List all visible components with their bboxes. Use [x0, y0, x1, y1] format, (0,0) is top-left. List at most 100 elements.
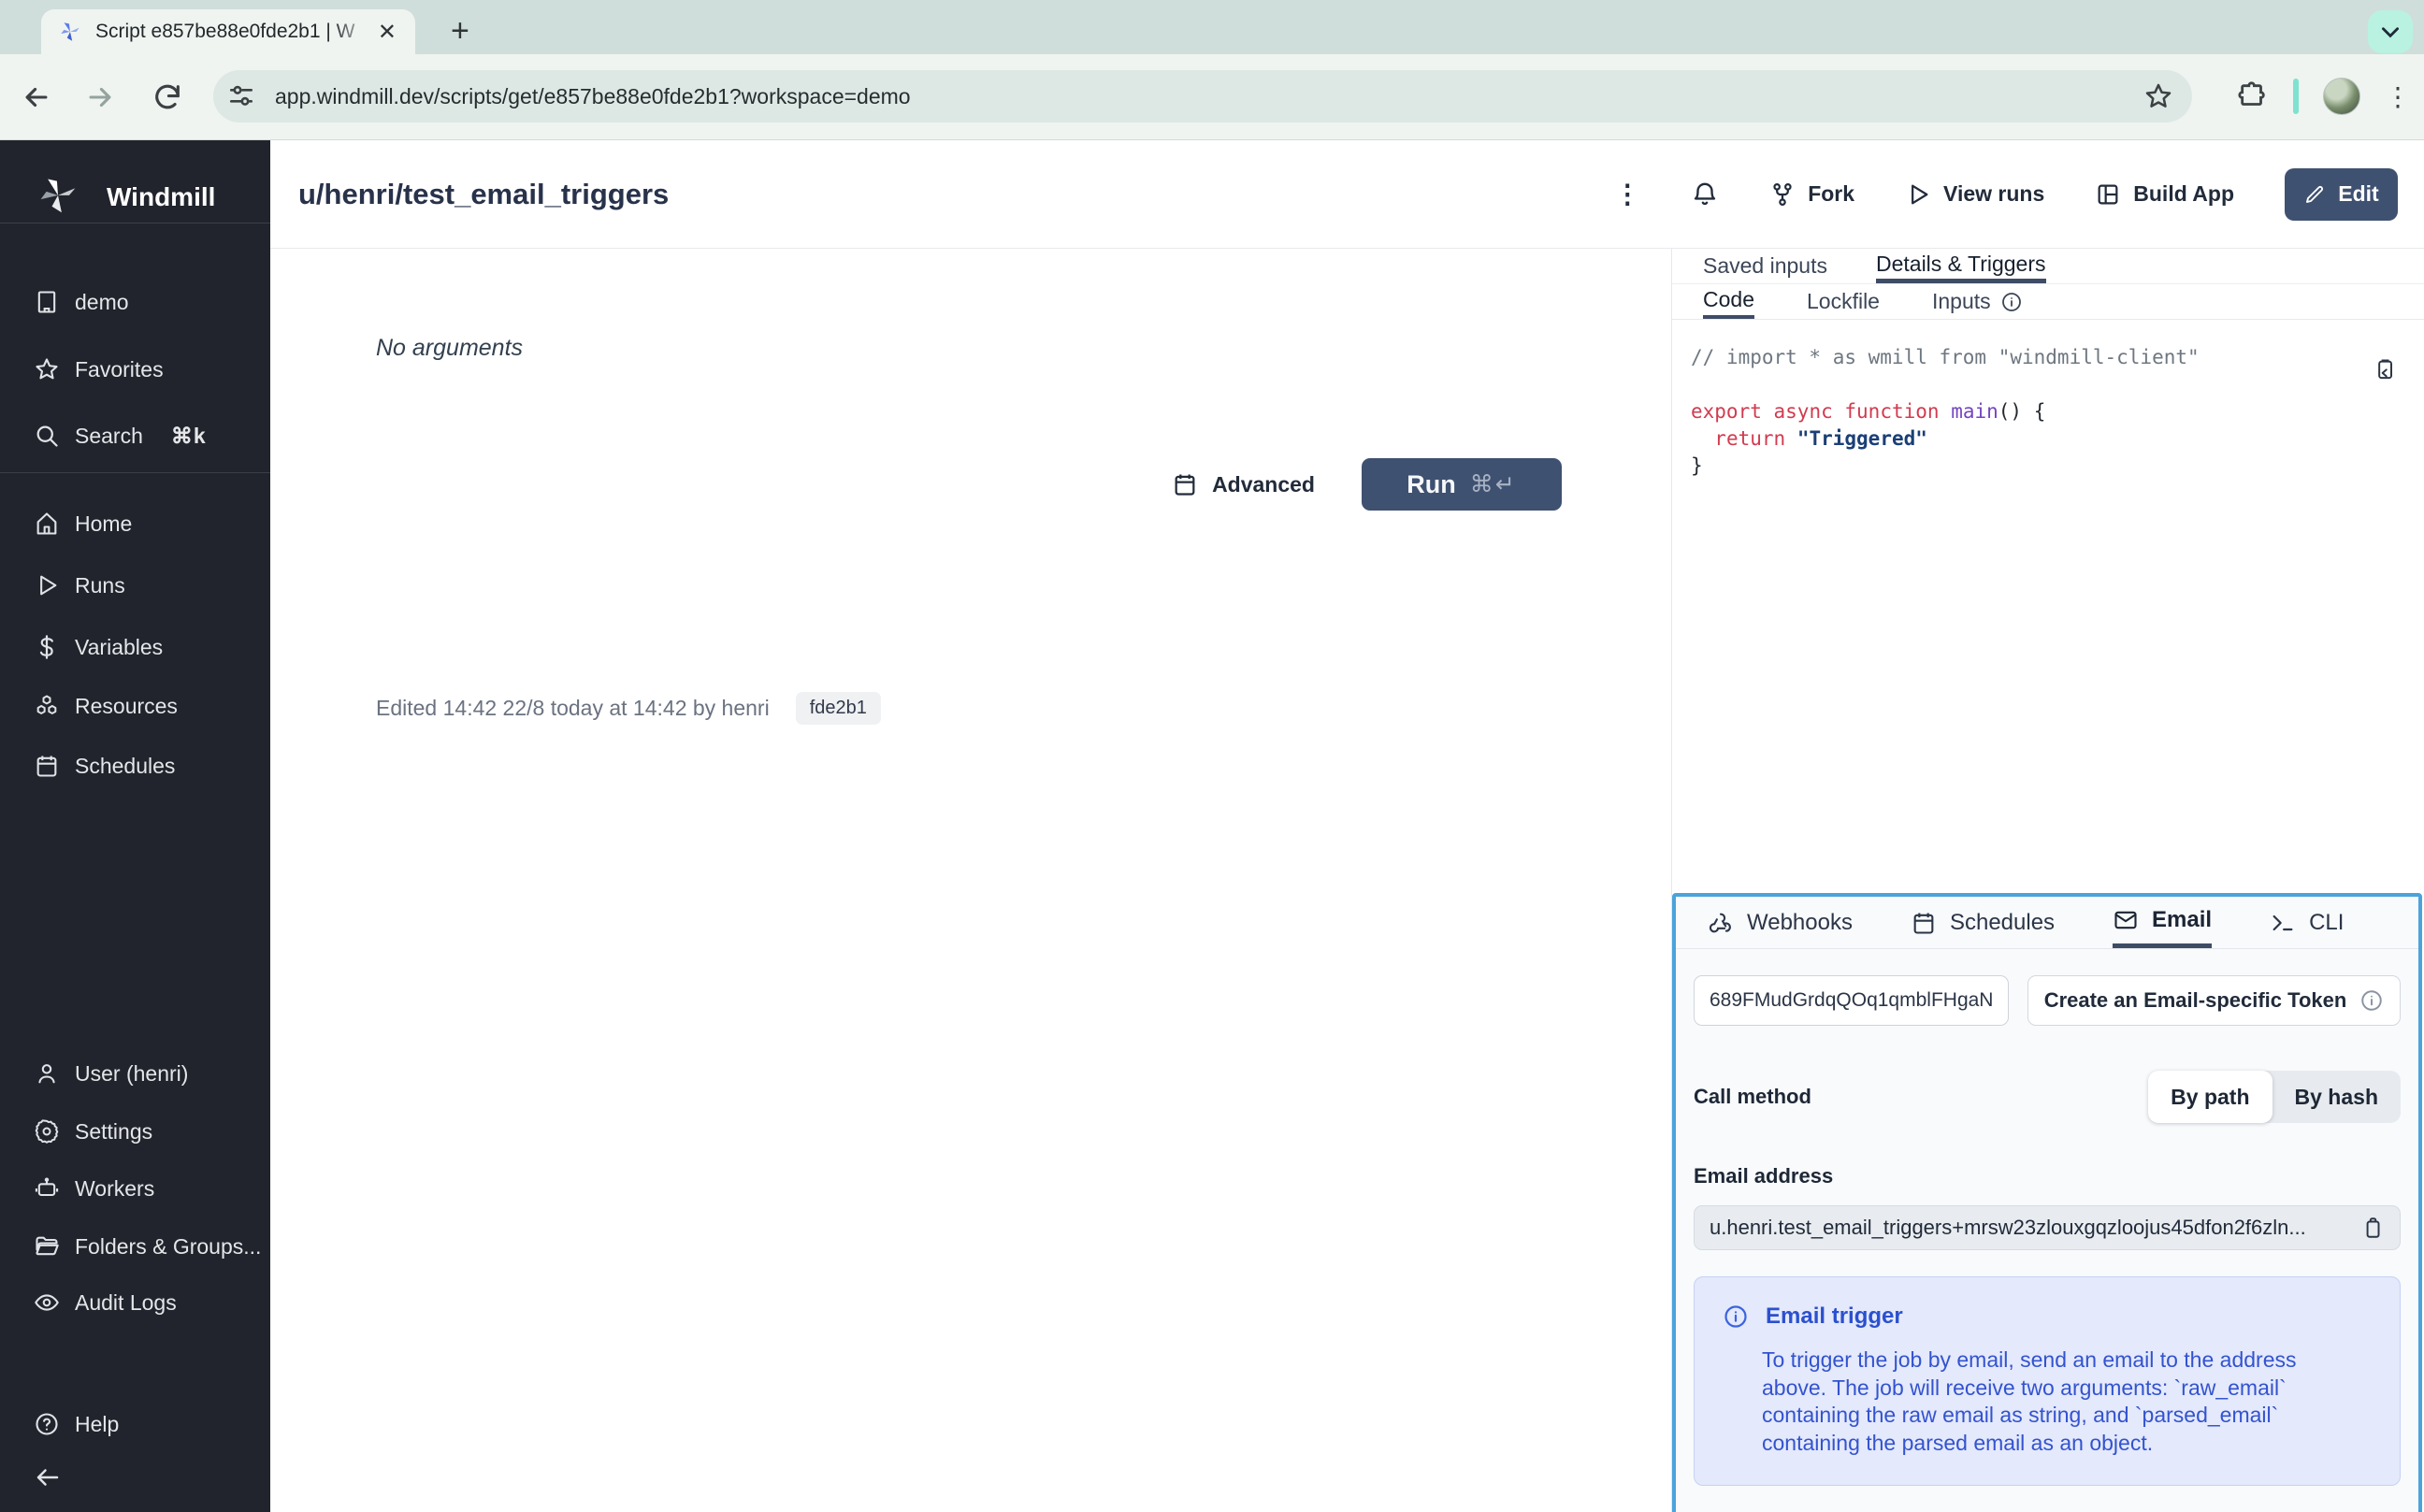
sidebar-collapse-button[interactable] [0, 1455, 270, 1500]
browser-tab-title: Script e857be88e0fde2b1 | W [95, 21, 374, 43]
details-pane: Saved inputs Details & Triggers Code Loc… [1671, 249, 2424, 1512]
browser-tabstrip: Script e857be88e0fde2b1 | W ✕ + [0, 0, 2424, 54]
tab-email[interactable]: Email [2113, 897, 2212, 948]
view-runs-button[interactable]: View runs [1905, 181, 2044, 208]
site-settings-icon[interactable] [226, 81, 256, 111]
calendar-icon [34, 753, 60, 779]
windmill-logo-icon [34, 173, 82, 222]
eye-icon [34, 1289, 60, 1316]
by-hash-option[interactable]: By hash [2272, 1071, 2401, 1123]
sidebar-item-label: Resources [75, 694, 178, 719]
tab-code[interactable]: Code [1703, 284, 1754, 319]
page-title: u/henri/test_email_triggers [298, 178, 669, 211]
sidebar-item-workers[interactable]: Workers [0, 1166, 270, 1211]
sidebar-divider [0, 472, 270, 473]
calendar-icon [1911, 910, 1937, 936]
run-form-pane: No arguments Advanced Run ⌘↵ Edited 14:4… [270, 249, 1671, 1512]
email-address-field[interactable]: u.henri.test_email_triggers+mrsw23zlouxg… [1694, 1205, 2401, 1250]
notifications-bell-icon[interactable] [1691, 180, 1719, 209]
building-icon [34, 289, 60, 315]
edit-label: Edit [2338, 181, 2378, 207]
code-viewer[interactable]: // import * as wmill from "windmill-clie… [1672, 320, 2424, 480]
sidebar-brand[interactable]: Windmill [34, 173, 215, 222]
sidebar-item-label: Workers [75, 1176, 154, 1202]
tab-schedules-trigger[interactable]: Schedules [1911, 897, 2055, 948]
run-shortcut: ⌘↵ [1470, 470, 1517, 498]
email-token-input[interactable] [1694, 975, 2009, 1026]
edit-button[interactable]: Edit [2285, 168, 2398, 221]
tab-cli-label: CLI [2309, 910, 2344, 936]
run-label: Run [1407, 470, 1455, 499]
call-method-label: Call method [1694, 1085, 1811, 1109]
sidebar-item-label: Folders & Groups... [75, 1234, 261, 1260]
more-options-icon[interactable]: ⋮ [1614, 179, 1640, 209]
code-lines: // import * as wmill from "windmill-clie… [1691, 344, 2400, 480]
forward-icon[interactable] [84, 81, 122, 113]
tab-saved-inputs[interactable]: Saved inputs [1703, 249, 1827, 283]
version-badge[interactable]: fde2b1 [796, 692, 881, 725]
sidebar-item-label: Help [75, 1412, 119, 1437]
create-email-token-button[interactable]: Create an Email-specific Token [2027, 975, 2401, 1026]
new-tab-button[interactable]: + [451, 13, 469, 49]
refresh-icon[interactable] [152, 81, 189, 113]
extensions-icon[interactable] [2237, 80, 2269, 112]
sidebar-item-resources[interactable]: Resources [0, 684, 270, 728]
sidebar-item-settings[interactable]: Settings [0, 1109, 270, 1154]
sidebar-item-label: User (henri) [75, 1061, 188, 1087]
tab-details-triggers[interactable]: Details & Triggers [1876, 249, 2046, 283]
sidebar-item-runs[interactable]: Runs [0, 563, 270, 608]
tab-email-label: Email [2152, 907, 2212, 933]
fork-button[interactable]: Fork [1769, 181, 1854, 208]
envelope-icon [2113, 907, 2139, 933]
profile-avatar[interactable] [2323, 78, 2360, 115]
sidebar-item-favorites[interactable]: Favorites [0, 347, 270, 392]
sidebar-item-variables[interactable]: Variables [0, 625, 270, 670]
tab-lockfile[interactable]: Lockfile [1807, 284, 1880, 319]
create-email-token-label: Create an Email-specific Token [2044, 988, 2347, 1013]
sidebar-item-home[interactable]: Home [0, 501, 270, 546]
sidebar: Windmill demo Favorites Search ⌘k Home [0, 140, 270, 1512]
info-icon [2000, 291, 2023, 313]
view-runs-label: View runs [1943, 181, 2044, 207]
sidebar-item-audit-logs[interactable]: Audit Logs [0, 1280, 270, 1325]
sidebar-item-folders-groups[interactable]: Folders & Groups... [0, 1224, 270, 1269]
advanced-label: Advanced [1212, 472, 1315, 497]
back-icon[interactable] [21, 81, 58, 113]
sidebar-item-search[interactable]: Search ⌘k [0, 413, 270, 458]
info-box-title: Email trigger [1766, 1303, 1903, 1330]
tab-inputs[interactable]: Inputs [1932, 284, 2023, 319]
folder-open-icon [34, 1233, 60, 1260]
tab-cli[interactable]: CLI [2270, 897, 2344, 948]
browser-menu-icon[interactable]: ⋮ [2385, 81, 2411, 112]
gear-icon [34, 1118, 60, 1145]
address-bar[interactable]: app.windmill.dev/scripts/get/e857be88e0f… [213, 70, 2192, 122]
run-button[interactable]: Run ⌘↵ [1362, 458, 1562, 511]
build-app-button[interactable]: Build App [2095, 181, 2234, 208]
copy-code-icon[interactable] [2372, 357, 2398, 383]
tab-webhooks[interactable]: Webhooks [1708, 897, 1853, 948]
edited-text: Edited 14:42 22/8 today at 14:42 by henr… [376, 696, 770, 721]
sidebar-item-schedules[interactable]: Schedules [0, 743, 270, 788]
advanced-button[interactable]: Advanced [1172, 471, 1315, 497]
windmill-favicon-icon [58, 20, 82, 44]
sidebar-item-help[interactable]: Help [0, 1402, 270, 1447]
tab-search-button[interactable] [2368, 10, 2413, 53]
fork-label: Fork [1808, 181, 1854, 207]
no-arguments-text: No arguments [376, 335, 523, 362]
sidebar-item-label: demo [75, 290, 129, 315]
copy-icon[interactable] [2360, 1216, 2385, 1240]
browser-tab[interactable]: Script e857be88e0fde2b1 | W ✕ [41, 9, 415, 54]
sidebar-item-workspace[interactable]: demo [0, 280, 270, 324]
by-path-option[interactable]: By path [2148, 1071, 2272, 1123]
email-address-label: Email address [1694, 1164, 2401, 1188]
user-icon [34, 1060, 60, 1087]
page-header: u/henri/test_email_triggers ⋮ Fork View … [270, 140, 2424, 249]
bookmark-star-icon[interactable] [2143, 81, 2173, 111]
call-method-toggle: By path By hash [2148, 1071, 2401, 1123]
sidebar-item-user[interactable]: User (henri) [0, 1051, 270, 1096]
search-shortcut: ⌘k [171, 424, 207, 449]
fork-icon [1769, 181, 1796, 208]
tab-webhooks-label: Webhooks [1747, 910, 1853, 936]
tab-close-icon[interactable]: ✕ [374, 19, 400, 46]
search-icon [34, 423, 60, 449]
